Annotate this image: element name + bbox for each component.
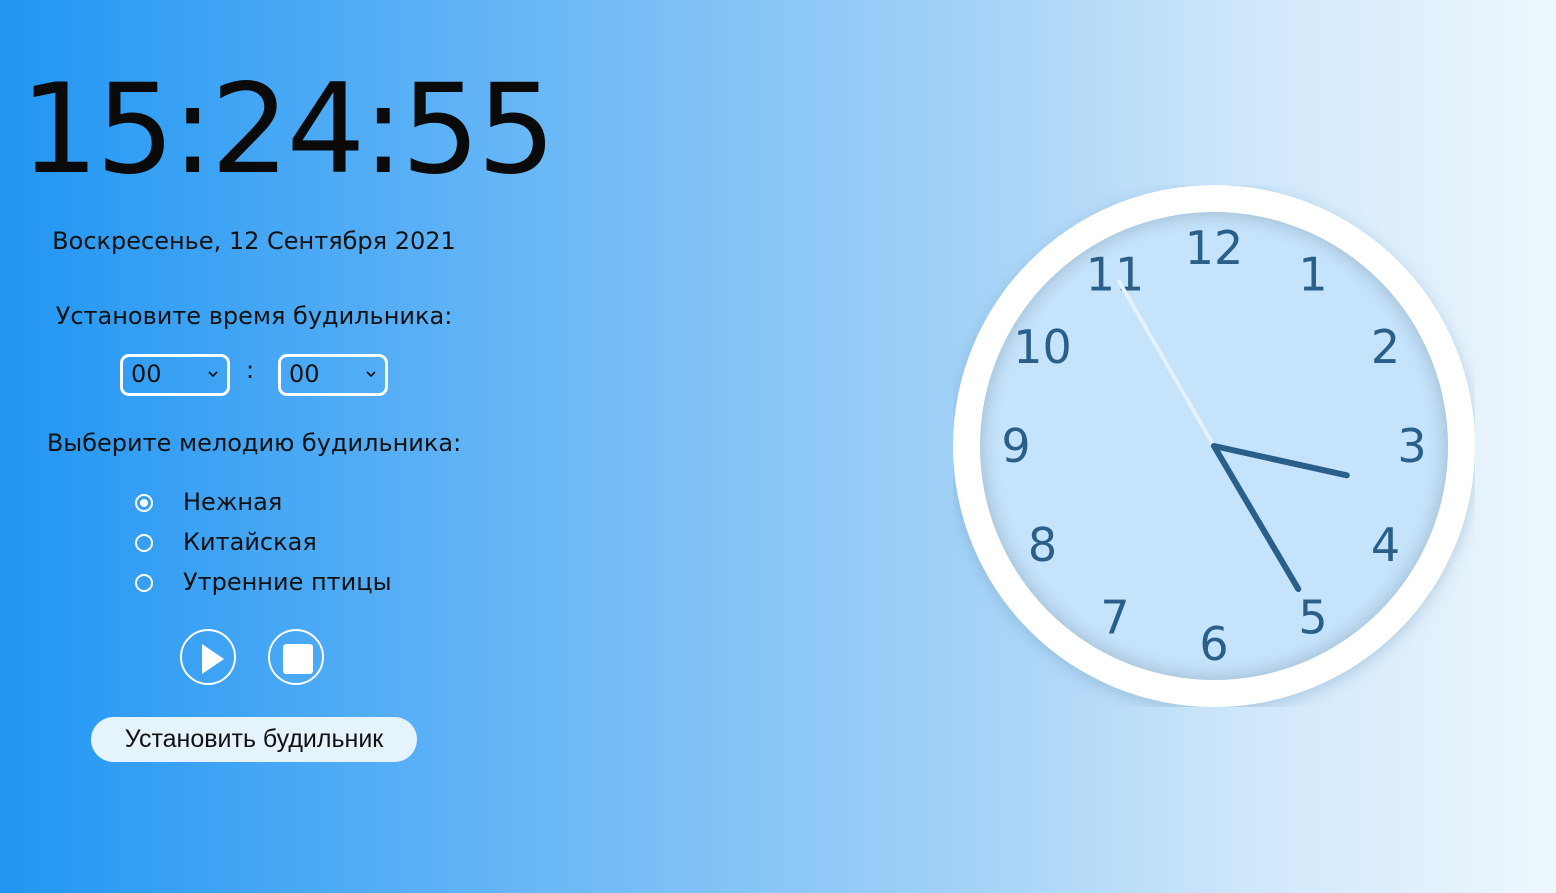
minutes-select[interactable]: 00 [278,354,388,396]
stop-button[interactable] [268,629,324,685]
alarm-time-label: Установите время будильника: [55,302,453,330]
clock-numeral-7: 7 [1100,590,1129,644]
analog-clock-face: 12 12 3 45 6 78 9 10 11 [953,185,1475,707]
hours-select[interactable]: 00 [120,354,230,396]
clock-numeral-2: 2 [1371,320,1400,374]
melody-option-label: Утренние птицы [183,568,392,596]
radio-button[interactable] [135,574,153,592]
melody-option-label: Китайская [183,528,317,556]
clock-numeral-4: 4 [1371,518,1400,572]
clock-numeral-1: 1 [1298,248,1327,302]
melody-option-chinese[interactable]: Китайская [134,528,454,568]
clock-numeral-10: 10 [1013,320,1072,374]
date-display: Воскресенье, 12 Сентября 2021 [52,227,456,255]
minutes-select-value: 00 [289,360,320,388]
radio-button[interactable] [135,534,153,552]
clock-numeral-5: 5 [1298,590,1327,644]
clock-numeral-8: 8 [1028,518,1057,572]
radio-button[interactable] [135,494,153,512]
analog-clock: 12 1 2 3 4 5 6 7 8 9 10 11 [953,185,1475,707]
chevron-down-icon [366,371,376,378]
clock-numeral-11: 11 [1086,248,1145,302]
digital-clock: 15:24:55 [20,58,556,202]
melody-option-label: Нежная [183,488,283,516]
chevron-down-icon [208,371,218,378]
hours-select-value: 00 [131,360,162,388]
melody-option-gentle[interactable]: Нежная [134,488,454,528]
melody-option-morning-birds[interactable]: Утренние птицы [134,568,454,608]
time-separator: : [246,356,255,384]
melody-radio-group: Нежная Китайская Утренние птицы [134,488,454,608]
clock-numeral-6: 6 [1199,617,1228,671]
clock-numeral-12: 12 [1185,221,1244,275]
melody-label: Выберите мелодию будильника: [46,429,462,457]
clock-numeral-3: 3 [1397,419,1426,473]
play-icon [202,644,224,674]
stop-icon [283,644,313,674]
play-button[interactable] [180,629,236,685]
left-panel: 15:24:55 Воскресенье, 12 Сентября 2021 У… [0,0,556,893]
alarm-time-selects: 00 : 00 [120,354,390,396]
set-alarm-button[interactable]: Установить будильник [91,717,417,762]
clock-numeral-9: 9 [1001,419,1030,473]
